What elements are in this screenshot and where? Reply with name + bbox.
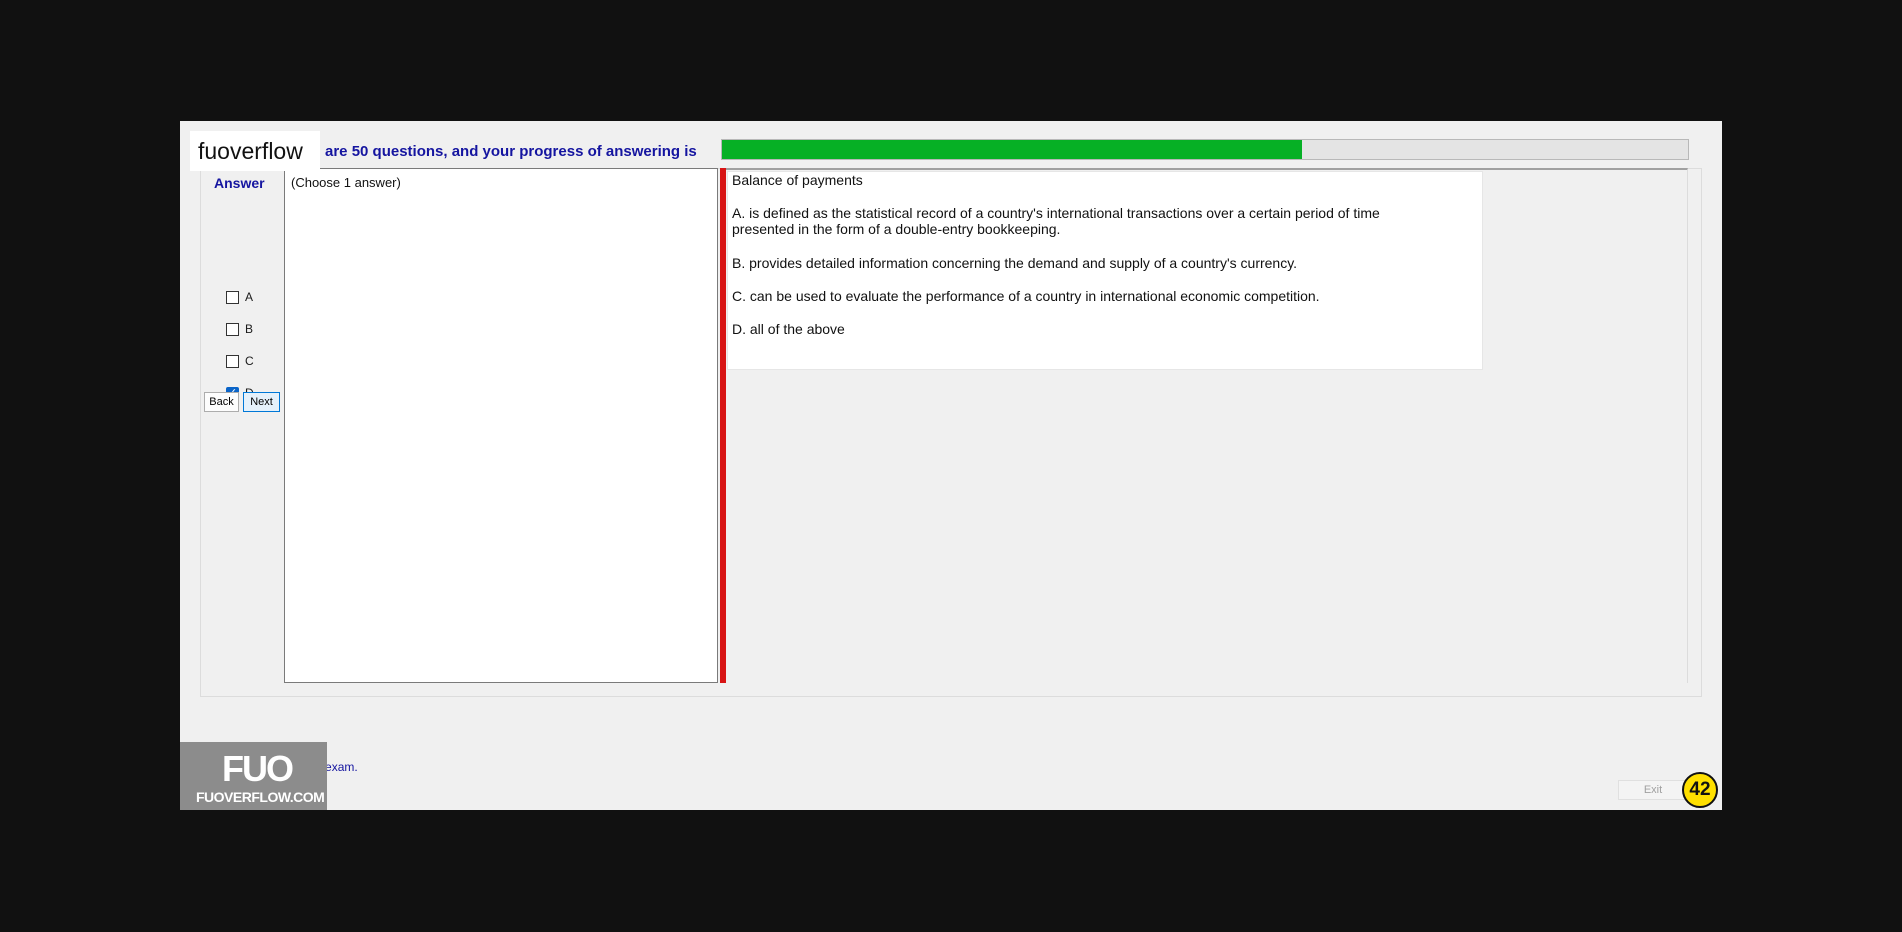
answer-a-text-line1: A. is defined as the statistical record …: [732, 205, 1380, 221]
option-b[interactable]: B: [226, 321, 253, 337]
answer-title: Answer: [214, 175, 265, 191]
exam-window: fuoverflow are 50 questions, and your pr…: [180, 121, 1722, 810]
fuo-logo-text: FUO: [222, 748, 294, 789]
option-b-label: B: [245, 322, 254, 336]
question-number-badge: 42: [1682, 772, 1718, 808]
answer-d-text: D. all of the above: [732, 321, 845, 337]
answer-c-text: C. can be used to evaluate the performan…: [732, 288, 1320, 304]
option-a[interactable]: A: [226, 289, 253, 305]
progress-bar-fill: [722, 140, 1302, 159]
choose-note: (Choose 1 answer): [291, 175, 401, 190]
answer-a-text-line2: presented in the form of a double-entry …: [732, 221, 1061, 237]
option-c[interactable]: C: [226, 353, 254, 369]
fuoverflow-logo-badge: FUO FUOVERFLOW.COM: [180, 742, 327, 810]
checkbox-c[interactable]: [226, 354, 239, 368]
answer-b-text: B. provides detailed information concern…: [732, 255, 1298, 271]
next-button[interactable]: Next: [243, 392, 280, 412]
question-title: Balance of payments: [732, 172, 863, 188]
option-c-label: C: [245, 354, 254, 368]
back-button[interactable]: Back: [204, 392, 239, 412]
checkbox-b[interactable]: [226, 322, 239, 336]
progress-text: are 50 questions, and your progress of a…: [325, 143, 697, 160]
answer-note-panel: (Choose 1 answer): [284, 168, 718, 683]
watermark-label: fuoverflow: [190, 131, 320, 171]
fuo-logo-url: FUOVERFLOW.COM: [196, 789, 325, 805]
question-box: Balance of payments A. is defined as the…: [727, 171, 1483, 370]
exit-button[interactable]: Exit: [1618, 780, 1688, 800]
option-a-label: A: [245, 290, 254, 304]
checkbox-a[interactable]: [226, 290, 239, 304]
progress-bar: [721, 139, 1689, 160]
